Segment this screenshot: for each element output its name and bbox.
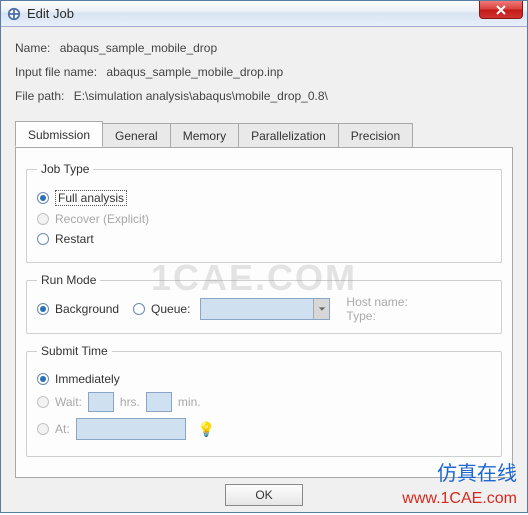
wait-hrs-label: hrs.	[120, 395, 140, 409]
tab-submission[interactable]: Submission	[15, 121, 103, 147]
lightbulb-icon[interactable]: 💡	[198, 421, 215, 438]
submittime-group: Submit Time Immediately Wait: hrs. min.	[26, 344, 502, 457]
radio-immediately[interactable]	[37, 373, 49, 385]
inputfile-value: abaqus_sample_mobile_drop.inp	[106, 65, 283, 79]
edit-job-window: Edit Job Name: abaqus_sample_mobile_drop…	[0, 0, 528, 513]
radio-restart-label: Restart	[55, 232, 94, 246]
radio-background[interactable]	[37, 303, 49, 315]
dialog-body: Name: abaqus_sample_mobile_drop Input fi…	[1, 27, 527, 512]
radio-queue-label: Queue:	[151, 302, 190, 316]
radio-restart[interactable]	[37, 233, 49, 245]
queue-combo[interactable]	[200, 298, 330, 320]
titlebar[interactable]: Edit Job	[1, 1, 527, 27]
filepath-row: File path: E:\simulation analysis\abaqus…	[15, 89, 513, 103]
runmode-legend: Run Mode	[37, 273, 100, 287]
name-label: Name:	[15, 41, 50, 55]
radio-at	[37, 423, 49, 435]
radio-wait-label: Wait:	[55, 395, 82, 409]
radio-immediately-row[interactable]: Immediately	[37, 372, 491, 386]
jobtype-group: Job Type Full analysis Recover (Explicit…	[26, 162, 502, 263]
filepath-label: File path:	[15, 89, 64, 103]
submittime-legend: Submit Time	[37, 344, 112, 358]
close-button[interactable]	[479, 1, 523, 19]
name-row: Name: abaqus_sample_mobile_drop	[15, 41, 513, 55]
inputfile-label: Input file name:	[15, 65, 97, 79]
host-info: Host name: Type:	[346, 295, 407, 323]
radio-restart-row[interactable]: Restart	[37, 232, 491, 246]
radio-recover-label: Recover (Explicit)	[55, 212, 149, 226]
name-value: abaqus_sample_mobile_drop	[60, 41, 217, 55]
tab-parallelization[interactable]: Parallelization	[238, 123, 339, 148]
radio-background-label: Background	[55, 302, 119, 316]
runmode-group: Run Mode Background Queue: Host name: Ty…	[26, 273, 502, 334]
hostname-label: Host name:	[346, 295, 407, 309]
wait-hrs-input[interactable]	[88, 392, 114, 412]
radio-immediately-label: Immediately	[55, 372, 120, 386]
button-bar: OK	[15, 484, 513, 512]
type-label: Type:	[346, 309, 375, 323]
wait-min-input[interactable]	[146, 392, 172, 412]
radio-at-label: At:	[55, 422, 70, 436]
radio-full-analysis-row[interactable]: Full analysis	[37, 190, 491, 206]
radio-queue[interactable]	[133, 303, 145, 315]
at-time-input[interactable]	[76, 418, 186, 440]
chevron-down-icon	[313, 299, 329, 319]
ok-button[interactable]: OK	[225, 484, 303, 506]
radio-wait	[37, 396, 49, 408]
radio-full-analysis[interactable]	[37, 192, 49, 204]
radio-full-analysis-label: Full analysis	[55, 190, 127, 206]
jobtype-legend: Job Type	[37, 162, 93, 176]
radio-wait-row: Wait: hrs. min.	[37, 392, 491, 412]
app-icon	[7, 7, 21, 21]
close-icon	[496, 5, 506, 15]
radio-recover-row: Recover (Explicit)	[37, 212, 491, 226]
runmode-row: Background Queue: Host name: Type:	[37, 295, 491, 323]
tabs: Submission General Memory Parallelizatio…	[15, 121, 513, 478]
radio-recover	[37, 213, 49, 225]
wait-min-label: min.	[178, 395, 201, 409]
filepath-value: E:\simulation analysis\abaqus\mobile_dro…	[74, 89, 328, 103]
window-title: Edit Job	[27, 6, 74, 21]
tabstrip: Submission General Memory Parallelizatio…	[15, 121, 513, 147]
tab-general[interactable]: General	[102, 123, 171, 148]
radio-at-row: At: 💡	[37, 418, 491, 440]
tab-memory[interactable]: Memory	[170, 123, 239, 148]
tab-precision[interactable]: Precision	[338, 123, 413, 148]
tab-panel-submission: Job Type Full analysis Recover (Explicit…	[15, 147, 513, 478]
inputfile-row: Input file name: abaqus_sample_mobile_dr…	[15, 65, 513, 79]
